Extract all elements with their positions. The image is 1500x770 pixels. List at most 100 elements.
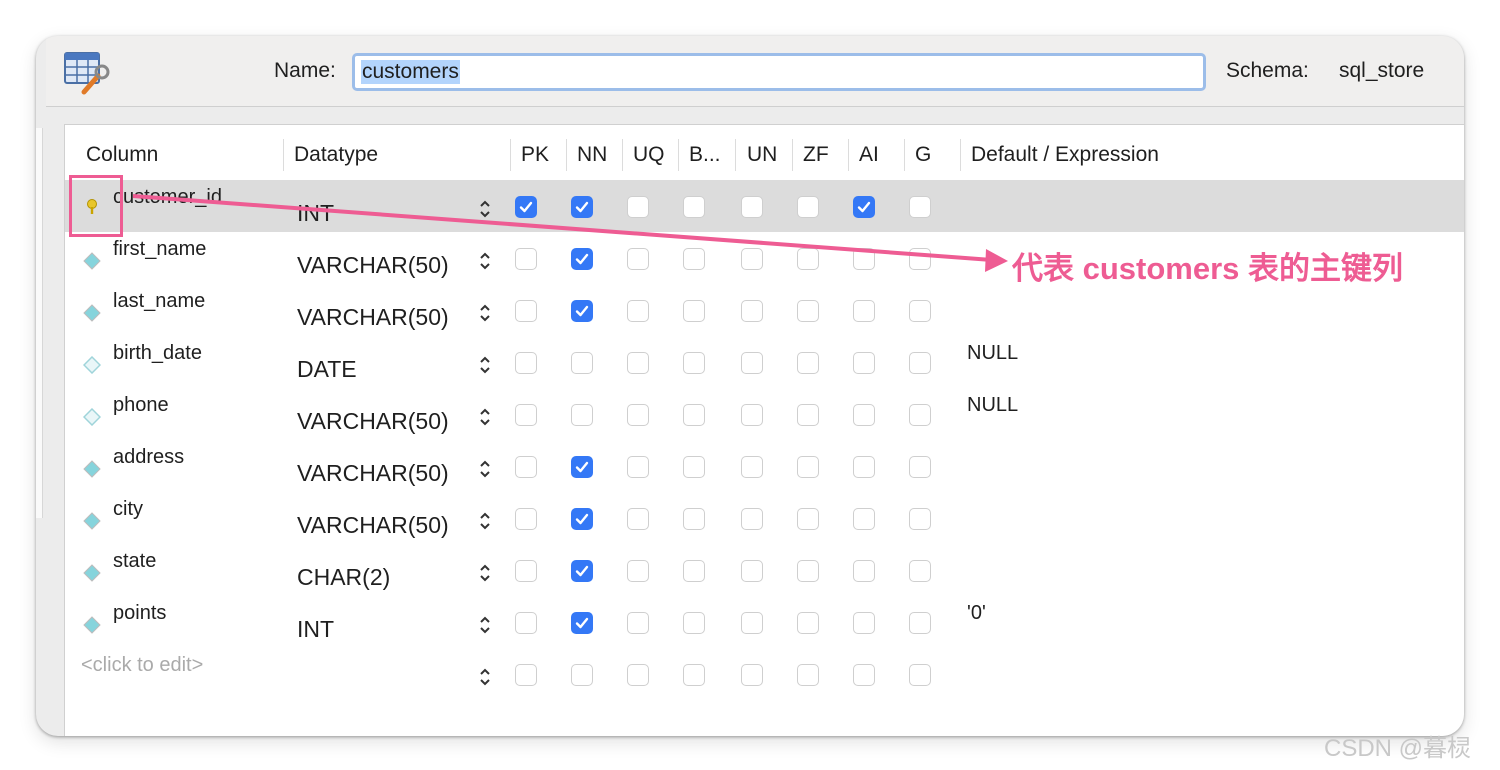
g-checkbox[interactable] [909, 300, 931, 322]
col-header-g[interactable]: G [915, 143, 931, 167]
col-header-ai[interactable]: AI [859, 143, 879, 167]
nn-checkbox[interactable] [571, 248, 593, 270]
click-to-edit-placeholder[interactable]: <click to edit> [81, 654, 203, 677]
un-checkbox[interactable] [741, 404, 763, 426]
table-row[interactable]: address VARCHAR(50) [65, 440, 1464, 492]
g-checkbox[interactable] [909, 664, 931, 686]
uq-checkbox[interactable] [627, 300, 649, 322]
column-datatype[interactable]: VARCHAR(50) [297, 252, 449, 279]
datatype-stepper-icon[interactable] [478, 614, 492, 636]
binary-checkbox[interactable] [683, 404, 705, 426]
column-name[interactable]: city [113, 498, 143, 521]
pk-checkbox[interactable] [515, 456, 537, 478]
g-checkbox[interactable] [909, 352, 931, 374]
un-checkbox[interactable] [741, 456, 763, 478]
column-default[interactable]: NULL [967, 394, 1018, 417]
uq-checkbox[interactable] [627, 560, 649, 582]
nn-checkbox[interactable] [571, 612, 593, 634]
un-checkbox[interactable] [741, 196, 763, 218]
table-row[interactable]: customer_id INT [65, 180, 1464, 232]
table-name-input[interactable]: customers [352, 53, 1206, 91]
binary-checkbox[interactable] [683, 508, 705, 530]
ai-checkbox[interactable] [853, 300, 875, 322]
column-datatype[interactable]: VARCHAR(50) [297, 512, 449, 539]
pk-checkbox[interactable] [515, 352, 537, 374]
ai-checkbox[interactable] [853, 352, 875, 374]
column-default[interactable]: NULL [967, 342, 1018, 365]
pk-checkbox[interactable] [515, 560, 537, 582]
zf-checkbox[interactable] [797, 196, 819, 218]
column-name[interactable]: last_name [113, 290, 205, 313]
table-row[interactable]: state CHAR(2) [65, 544, 1464, 596]
un-checkbox[interactable] [741, 352, 763, 374]
zf-checkbox[interactable] [797, 352, 819, 374]
uq-checkbox[interactable] [627, 612, 649, 634]
zf-checkbox[interactable] [797, 248, 819, 270]
column-name[interactable]: customer_id [113, 186, 222, 209]
datatype-stepper-icon[interactable] [478, 458, 492, 480]
pk-checkbox[interactable] [515, 404, 537, 426]
un-checkbox[interactable] [741, 664, 763, 686]
un-checkbox[interactable] [741, 560, 763, 582]
datatype-stepper-icon[interactable] [478, 354, 492, 376]
uq-checkbox[interactable] [627, 456, 649, 478]
pk-checkbox[interactable] [515, 612, 537, 634]
pk-checkbox[interactable] [515, 664, 537, 686]
ai-checkbox[interactable] [853, 404, 875, 426]
binary-checkbox[interactable] [683, 196, 705, 218]
zf-checkbox[interactable] [797, 300, 819, 322]
uq-checkbox[interactable] [627, 196, 649, 218]
column-datatype[interactable]: VARCHAR(50) [297, 460, 449, 487]
binary-checkbox[interactable] [683, 560, 705, 582]
g-checkbox[interactable] [909, 560, 931, 582]
table-row[interactable]: last_name VARCHAR(50) [65, 284, 1464, 336]
g-checkbox[interactable] [909, 456, 931, 478]
pk-checkbox[interactable] [515, 248, 537, 270]
nn-checkbox[interactable] [571, 664, 593, 686]
zf-checkbox[interactable] [797, 560, 819, 582]
column-name[interactable]: first_name [113, 238, 206, 261]
uq-checkbox[interactable] [627, 508, 649, 530]
zf-checkbox[interactable] [797, 664, 819, 686]
uq-checkbox[interactable] [627, 404, 649, 426]
datatype-stepper-icon[interactable] [478, 510, 492, 532]
new-column-row[interactable]: <click to edit> [65, 648, 1464, 700]
un-checkbox[interactable] [741, 300, 763, 322]
nn-checkbox[interactable] [571, 456, 593, 478]
ai-checkbox[interactable] [853, 196, 875, 218]
nn-checkbox[interactable] [571, 560, 593, 582]
nn-checkbox[interactable] [571, 300, 593, 322]
g-checkbox[interactable] [909, 404, 931, 426]
ai-checkbox[interactable] [853, 560, 875, 582]
ai-checkbox[interactable] [853, 456, 875, 478]
column-datatype[interactable]: DATE [297, 356, 357, 383]
column-datatype[interactable]: INT [297, 200, 334, 227]
column-datatype[interactable]: INT [297, 616, 334, 643]
datatype-stepper-icon[interactable] [478, 406, 492, 428]
zf-checkbox[interactable] [797, 404, 819, 426]
col-header-un[interactable]: UN [747, 143, 777, 167]
binary-checkbox[interactable] [683, 248, 705, 270]
nn-checkbox[interactable] [571, 404, 593, 426]
uq-checkbox[interactable] [627, 352, 649, 374]
column-datatype[interactable]: VARCHAR(50) [297, 304, 449, 331]
col-header-zf[interactable]: ZF [803, 143, 829, 167]
column-datatype[interactable]: VARCHAR(50) [297, 408, 449, 435]
column-name[interactable]: state [113, 550, 156, 573]
binary-checkbox[interactable] [683, 456, 705, 478]
col-header-pk[interactable]: PK [521, 143, 549, 167]
column-name[interactable]: phone [113, 394, 169, 417]
pk-checkbox[interactable] [515, 300, 537, 322]
binary-checkbox[interactable] [683, 352, 705, 374]
uq-checkbox[interactable] [627, 664, 649, 686]
g-checkbox[interactable] [909, 196, 931, 218]
zf-checkbox[interactable] [797, 508, 819, 530]
table-row[interactable]: points INT '0' [65, 596, 1464, 648]
table-row[interactable]: city VARCHAR(50) [65, 492, 1464, 544]
col-header-uq[interactable]: UQ [633, 143, 665, 167]
ai-checkbox[interactable] [853, 612, 875, 634]
g-checkbox[interactable] [909, 508, 931, 530]
column-name[interactable]: points [113, 602, 166, 625]
table-row[interactable]: birth_date DATE NULL [65, 336, 1464, 388]
g-checkbox[interactable] [909, 248, 931, 270]
